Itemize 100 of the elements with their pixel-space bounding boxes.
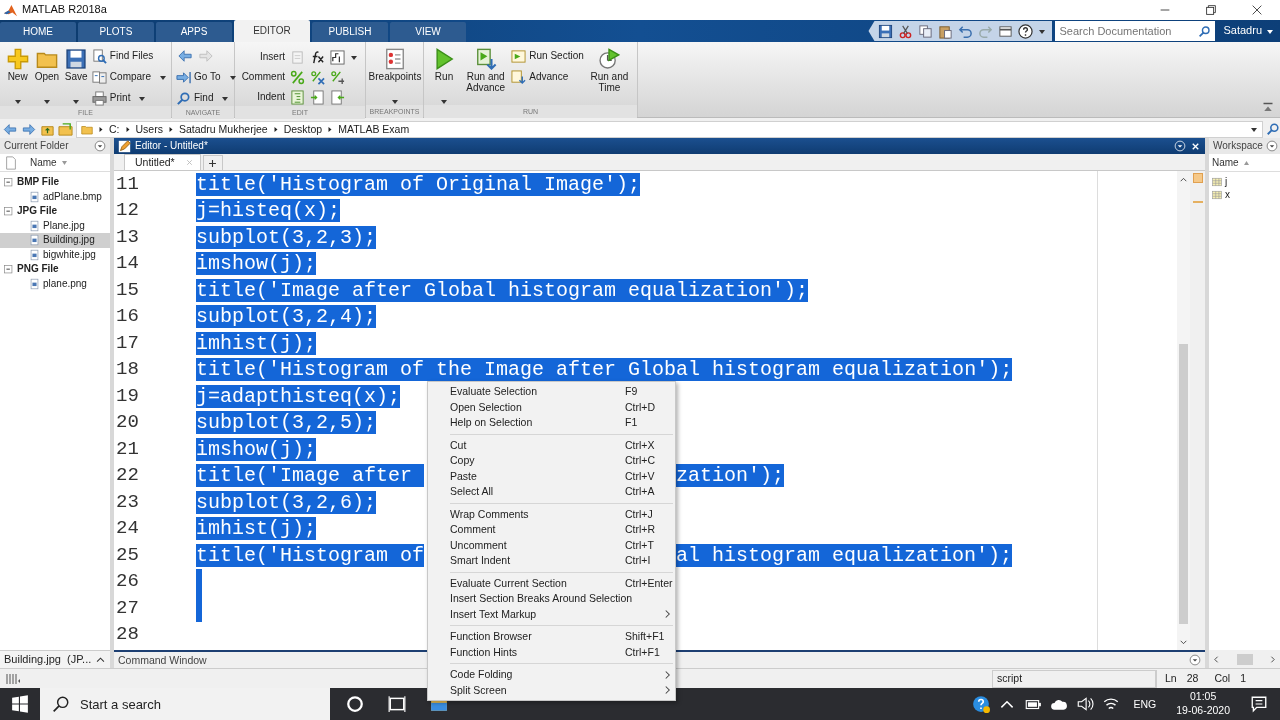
caret-icon[interactable] [1250, 125, 1258, 133]
taskbar-search-field[interactable]: Start a search [40, 688, 330, 720]
menu-item[interactable]: Evaluate Selection F9 [428, 384, 675, 400]
back-arrow-icon[interactable] [2, 122, 18, 136]
wrap-comment-icon[interactable] [330, 69, 345, 85]
tree-group[interactable]: JPG File [17, 205, 57, 218]
tree-group[interactable]: BMP File [17, 176, 60, 189]
expand-up-icon[interactable] [95, 654, 106, 665]
smart-indent-icon[interactable] [290, 89, 305, 105]
ribbon-button[interactable]: Run Section [511, 48, 584, 64]
scroll-up-icon[interactable] [1179, 175, 1188, 184]
file-item[interactable]: plane.png [0, 276, 110, 291]
ribbon-button[interactable]: Find [176, 90, 237, 106]
ribbon-tab[interactable]: HOME [0, 22, 76, 42]
path-segment[interactable]: C: [109, 122, 120, 136]
restore-icon[interactable] [1204, 3, 1218, 17]
ribbon-button[interactable]: Find Files [91, 48, 167, 64]
copy-icon[interactable] [918, 23, 934, 39]
ribbon-tab[interactable]: EDITOR [234, 20, 310, 42]
scrollbar-thumb[interactable] [1179, 344, 1188, 624]
caret-icon[interactable] [350, 53, 358, 61]
caret-icon[interactable] [1266, 27, 1274, 35]
indent-icon[interactable] [310, 89, 325, 105]
column-header[interactable]: Name [1212, 156, 1239, 169]
ribbon-button[interactable]: Breakpoints [370, 46, 420, 105]
language-indicator[interactable]: ENG [1133, 697, 1157, 711]
paste-icon[interactable] [938, 23, 954, 39]
menu-item[interactable]: Open Selection Ctrl+D [428, 399, 675, 415]
ribbon-button[interactable]: Advance [511, 69, 584, 85]
file-item[interactable]: Plane.jpg [0, 218, 110, 233]
function-icon[interactable] [330, 49, 345, 65]
collapse-icon[interactable] [3, 205, 14, 217]
search-icon[interactable] [1266, 122, 1280, 136]
file-item[interactable]: adPlane.bmp [0, 189, 110, 204]
menu-item[interactable]: Insert Text Markup [428, 606, 675, 622]
caret-icon[interactable] [1038, 27, 1047, 35]
clock-date[interactable]: 19-06-2020 [1176, 704, 1230, 718]
menu-item[interactable]: Copy Ctrl+C [428, 453, 675, 469]
menu-item[interactable]: Comment Ctrl+R [428, 522, 675, 538]
ribbon-button[interactable]: Run and Time [585, 46, 633, 105]
path-segment[interactable]: Satadru Mukherjee [178, 122, 268, 136]
variable-item[interactable]: j [1209, 175, 1280, 188]
new-tab-icon[interactable] [207, 157, 219, 169]
ribbon-button[interactable]: Run [428, 46, 461, 105]
caret-icon[interactable] [159, 73, 167, 81]
menu-item[interactable]: Insert Section Breaks Around Selection [428, 591, 675, 607]
path-segment[interactable]: Users [135, 122, 163, 136]
ribbon-button[interactable]: Save [62, 46, 90, 106]
notification-icon[interactable] [1250, 695, 1268, 713]
column-header[interactable]: Name [30, 156, 57, 169]
ribbon-tab[interactable]: VIEW [390, 22, 466, 42]
collapse-ribbon-icon[interactable] [1262, 102, 1274, 114]
caret-icon[interactable] [221, 94, 230, 102]
windows-logo-icon[interactable] [11, 695, 29, 713]
clock-time[interactable]: 01:05 [1190, 690, 1217, 704]
caret-icon[interactable] [228, 73, 237, 81]
task-view-icon[interactable] [388, 695, 406, 713]
file-tab[interactable]: Untitled* [124, 154, 201, 170]
collapse-icon[interactable] [3, 176, 14, 188]
scroll-left-icon[interactable] [1212, 654, 1221, 664]
caret-icon[interactable] [138, 94, 147, 102]
scrollbar-thumb[interactable] [1236, 653, 1253, 665]
scroll-down-icon[interactable] [1179, 638, 1188, 647]
user-menu-button[interactable]: Satadru [1215, 24, 1280, 38]
ribbon-button[interactable]: Run and Advance [462, 46, 510, 105]
sort-icon[interactable] [60, 159, 68, 166]
menu-item[interactable]: Help on Selection F1 [428, 415, 675, 431]
panel-menu-icon[interactable] [1189, 654, 1201, 666]
cortana-icon[interactable] [346, 695, 364, 713]
menu-item[interactable]: Evaluate Current Section Ctrl+Enter [428, 575, 675, 591]
address-bar[interactable]: C: Users Satadru Mukherjee Desktop MATLAB Exam [76, 120, 1263, 138]
path-segment[interactable]: MATLAB Exam [338, 122, 410, 136]
fx-icon[interactable] [310, 49, 325, 65]
menu-item[interactable]: Cut Ctrl+X [428, 437, 675, 453]
menu-item[interactable]: Code Folding [428, 667, 675, 683]
variable-item[interactable]: x [1209, 188, 1280, 201]
menu-item[interactable]: Select All Ctrl+A [428, 484, 675, 500]
ribbon-button[interactable]: New [4, 46, 32, 106]
help-icon[interactable] [1018, 23, 1034, 39]
menu-item[interactable]: Uncomment Ctrl+T [428, 537, 675, 553]
menu-item[interactable]: Smart Indent Ctrl+I [428, 553, 675, 569]
panel-menu-icon[interactable] [94, 140, 106, 152]
help-icon[interactable] [971, 695, 990, 713]
menu-item[interactable]: Split Screen [428, 682, 675, 698]
ribbon-button[interactable]: Print [91, 90, 167, 106]
menu-item[interactable]: Paste Ctrl+V [428, 468, 675, 484]
path-segment[interactable]: Desktop [283, 122, 323, 136]
ribbon-button[interactable]: Compare [91, 69, 167, 85]
ribbon-button[interactable]: Go To [176, 69, 237, 85]
file-item[interactable]: bigwhite.jpg [0, 247, 110, 262]
menu-item[interactable]: Wrap Comments Ctrl+J [428, 506, 675, 522]
ribbon-tab[interactable]: PLOTS [78, 22, 154, 42]
back-arrow-icon[interactable] [176, 49, 194, 63]
close-icon[interactable] [1250, 3, 1264, 17]
forward-arrow-icon[interactable] [21, 122, 37, 136]
cut-icon[interactable] [898, 23, 914, 39]
panel-menu-icon[interactable] [1265, 140, 1278, 152]
window-icon[interactable] [998, 23, 1014, 39]
ribbon-button[interactable]: Open [33, 46, 61, 106]
outdent-icon[interactable] [330, 89, 345, 105]
